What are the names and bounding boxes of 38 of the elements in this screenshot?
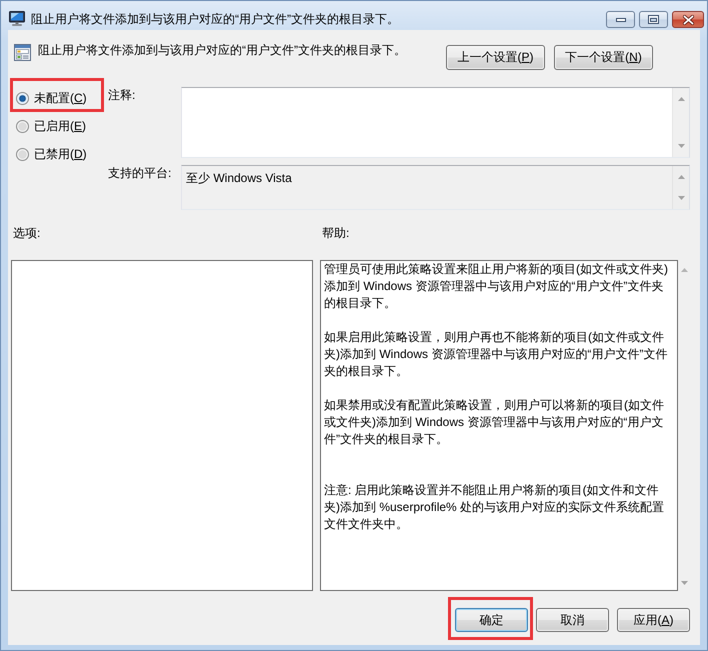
help-paragraph: 管理员可使用此策略设置来阻止用户将新的项目(如文件或文件夹)添加到 Windows 资源管理器中与该用户对应的“用户文件”文件夹的根目录下。 bbox=[324, 261, 669, 312]
platform-text: 至少 Windows Vista bbox=[185, 170, 293, 187]
radio-icon[interactable] bbox=[16, 120, 29, 132]
radio-option[interactable]: 已启用(E) bbox=[16, 117, 101, 135]
up-arrow-icon[interactable] bbox=[680, 268, 688, 272]
apply-button[interactable]: 应用(A) bbox=[617, 608, 690, 632]
scrollbar[interactable] bbox=[672, 88, 689, 157]
platform-label: 支持的平台: bbox=[108, 165, 172, 182]
cancel-button[interactable]: 取消 bbox=[536, 608, 609, 632]
down-arrow-icon[interactable] bbox=[678, 196, 684, 200]
monitor-icon bbox=[9, 11, 25, 26]
options-label: 选项: bbox=[12, 225, 42, 241]
radio-option[interactable]: 未配置(C) bbox=[16, 89, 101, 107]
maximize-icon bbox=[648, 15, 659, 24]
radio-option[interactable]: 已禁用(D) bbox=[16, 145, 101, 163]
help-note: 注意: 启用此策略设置并不能阻止用户将新的项目(如文件和文件夹)添加到 %userprofile% 处的与该用户对应的实际文件系统配置文件文件夹中。 bbox=[324, 482, 666, 533]
policy-name: 阻止用户将文件添加到与该用户对应的“用户文件”文件夹的根目录下。 bbox=[38, 43, 406, 57]
radio-icon[interactable] bbox=[16, 92, 29, 104]
comment-field[interactable] bbox=[181, 87, 690, 158]
close-button[interactable] bbox=[672, 11, 704, 28]
close-icon bbox=[682, 14, 694, 24]
up-arrow-icon[interactable] bbox=[678, 175, 684, 179]
down-arrow-icon[interactable] bbox=[680, 581, 688, 585]
window-title: 阻止用户将文件添加到与该用户对应的“用户文件”文件夹的根目录下。 bbox=[31, 10, 399, 26]
ok-button[interactable]: 确定 bbox=[455, 608, 528, 632]
radio-icon[interactable] bbox=[16, 148, 29, 160]
help-paragraph: 如果禁用或没有配置此策略设置，则用户可以将新的项目(如文件或文件夹)添加到 Windows 资源管理器中与该用户对应的“用户文件”文件夹的根目录下。 bbox=[324, 397, 665, 448]
window-icon bbox=[14, 44, 31, 61]
minimize-button[interactable] bbox=[606, 11, 635, 28]
up-arrow-icon[interactable] bbox=[678, 97, 684, 101]
down-arrow-icon[interactable] bbox=[678, 144, 684, 148]
previous-setting-button[interactable]: 上一个设置(P) bbox=[446, 45, 545, 70]
minimize-icon bbox=[616, 18, 626, 22]
next-setting-button[interactable]: 下一个设置(N) bbox=[554, 45, 653, 70]
help-paragraph: 如果启用此策略设置，则用户再也不能将新的项目(如文件或文件夹)添加到 Windows 资源管理器中与该用户对应的“用户文件”文件夹的根目录下。 bbox=[324, 329, 668, 380]
maximize-button[interactable] bbox=[639, 11, 668, 28]
comment-label: 注释: bbox=[108, 87, 136, 104]
help-label: 帮助: bbox=[321, 225, 350, 241]
